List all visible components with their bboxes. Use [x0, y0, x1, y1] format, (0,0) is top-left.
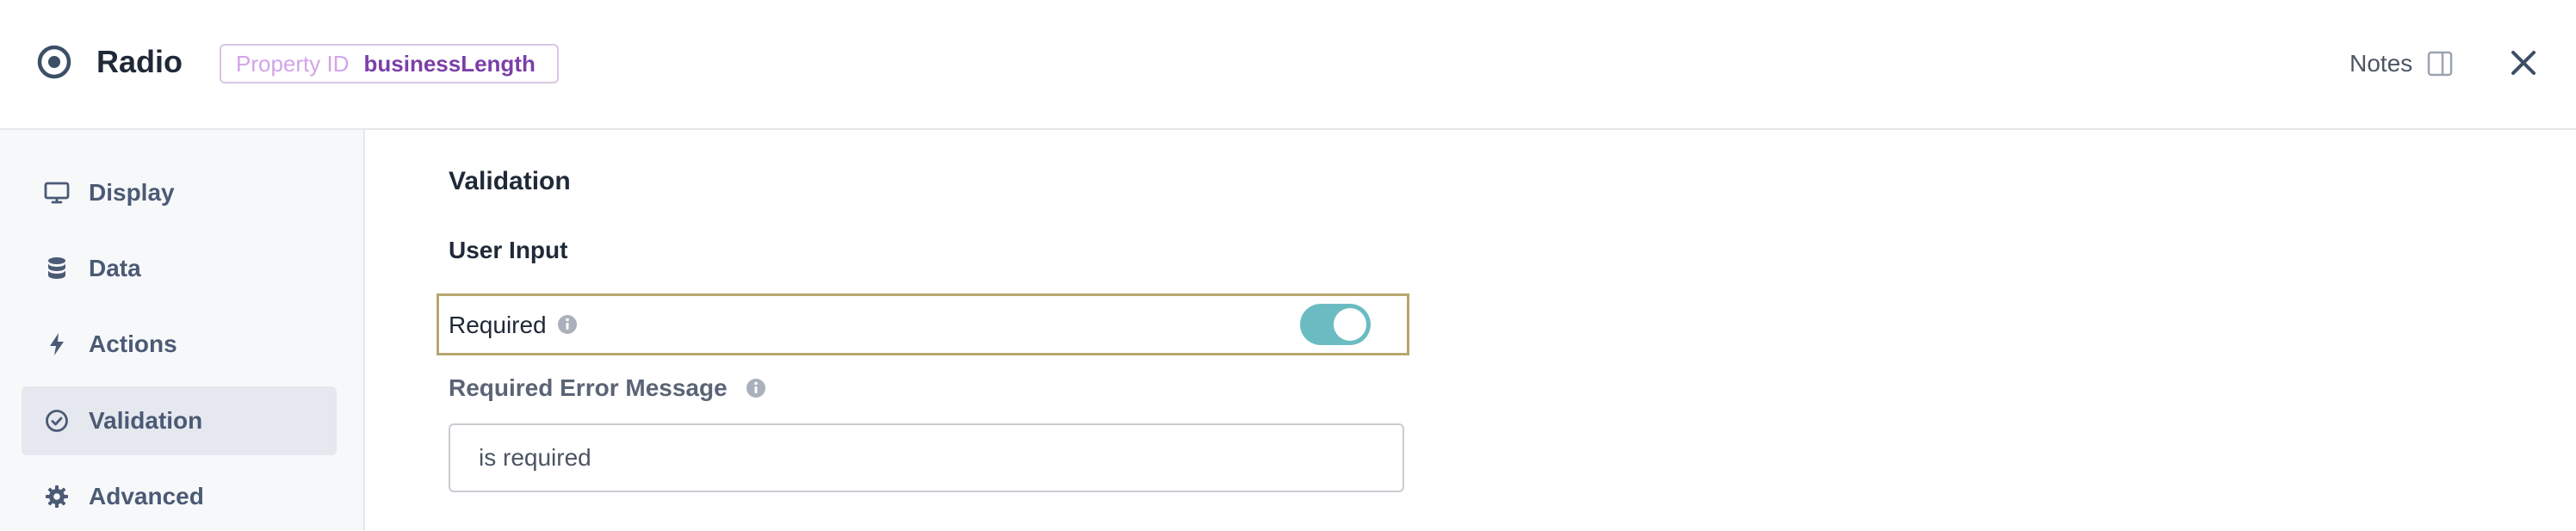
- property-id-badge[interactable]: Property ID businessLength: [220, 44, 559, 83]
- sidebar-item-display[interactable]: Display: [22, 158, 337, 227]
- bolt-icon: [44, 331, 70, 357]
- required-toggle[interactable]: [1300, 304, 1371, 345]
- info-icon[interactable]: [745, 377, 767, 399]
- database-icon: [44, 256, 70, 281]
- property-id-value: businessLength: [363, 50, 536, 77]
- sidebar-item-label: Display: [89, 179, 175, 206]
- panel-header: Radio Property ID businessLength Notes: [0, 0, 2576, 130]
- sidebar-item-actions[interactable]: Actions: [22, 310, 337, 379]
- subsection-title: User Input: [449, 237, 568, 263]
- gear-icon: [44, 484, 70, 509]
- sidebar-item-data[interactable]: Data: [22, 234, 337, 303]
- property-id-label: Property ID: [236, 50, 350, 77]
- error-message-input[interactable]: [449, 423, 1404, 492]
- check-circle-icon: [44, 408, 70, 434]
- required-setting-row: Required: [437, 293, 1409, 355]
- settings-sidebar: Display Data Actions Validation Advanced: [0, 130, 365, 530]
- required-label: Required: [449, 312, 547, 338]
- error-message-label: Required Error Message: [449, 374, 728, 401]
- component-title: Radio: [96, 44, 183, 79]
- notes-label: Notes: [2350, 50, 2413, 77]
- sidebar-item-validation[interactable]: Validation: [22, 386, 337, 455]
- monitor-icon: [44, 180, 70, 206]
- radio-icon: [37, 45, 71, 79]
- sidebar-item-advanced[interactable]: Advanced: [22, 462, 337, 531]
- section-title: Validation: [449, 167, 571, 195]
- sidebar-item-label: Data: [89, 255, 141, 281]
- error-message-label-row: Required Error Message: [449, 374, 767, 402]
- settings-content: Validation User Input Required Required …: [365, 130, 2576, 530]
- sidebar-item-label: Validation: [89, 407, 203, 434]
- sidebar-item-label: Actions: [89, 330, 177, 357]
- side-panel-icon: [2427, 51, 2453, 77]
- sidebar-item-label: Advanced: [89, 483, 204, 509]
- close-icon[interactable]: [2509, 48, 2538, 77]
- toggle-knob: [1334, 308, 1366, 341]
- notes-toggle[interactable]: Notes: [2350, 48, 2454, 79]
- info-icon[interactable]: [556, 313, 579, 336]
